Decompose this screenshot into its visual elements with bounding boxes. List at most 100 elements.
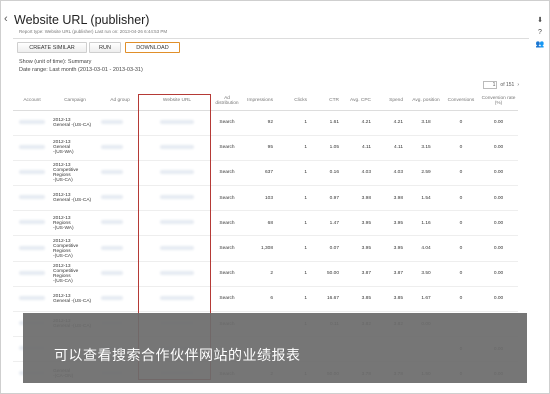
account-cell: [13, 286, 51, 313]
impressions-cell: 92: [241, 110, 279, 136]
ctr-cell: 0.16: [313, 160, 345, 187]
clicks-cell: 1: [279, 135, 313, 161]
account-cell: [13, 235, 51, 262]
col-campaign[interactable]: Campaign: [51, 92, 99, 111]
account-cell: [13, 210, 51, 237]
avg-position-cell: 3.15: [409, 135, 443, 161]
col-clicks[interactable]: Clicks: [279, 92, 313, 111]
avg-cpc-cell: 3.95: [345, 210, 377, 237]
conversions-cell: 0: [443, 261, 479, 287]
spend-cell: 3.85: [377, 286, 409, 313]
avg-cpc-cell: 3.87: [345, 261, 377, 287]
ad-distribution-cell: Search: [213, 185, 241, 212]
chevron-left-icon[interactable]: ‹: [4, 13, 8, 25]
conversions-cell: 0: [443, 185, 479, 212]
impressions-cell: 2: [241, 261, 279, 287]
col-impressions[interactable]: Impressions: [241, 92, 279, 111]
avg-position-cell: 3.50: [409, 261, 443, 287]
avg-cpc-cell: 4.11: [345, 135, 377, 161]
users-icon[interactable]: 👥: [536, 40, 545, 49]
ad-group-cell: [99, 185, 141, 212]
download-icon[interactable]: ⬇: [537, 16, 543, 25]
conversion-rate-cell: 0.00: [479, 261, 518, 287]
table-row[interactable]: 2012-13 Competitive Regions -(US-CA) Sear…: [13, 235, 518, 262]
ad-group-cell: [99, 261, 141, 287]
clicks-cell: 1: [279, 235, 313, 262]
spend-cell: 4.21: [377, 110, 409, 136]
ctr-cell: 0.97: [313, 185, 345, 212]
campaign-cell: 2012-13 General -(US-WA): [51, 135, 99, 161]
conversion-rate-cell: 0.00: [479, 135, 518, 161]
col-conversions[interactable]: Conversions: [443, 92, 479, 111]
spend-cell: 3.98: [377, 185, 409, 212]
table-row[interactable]: 2012-13 General -(US-CA) Search 92 1 1.61 4.2…: [13, 110, 518, 136]
table-row[interactable]: 2012-13 Regions -(US-WA) Search 68 1 1.47 3.9…: [13, 210, 518, 237]
table-row[interactable]: 2012-13 Competitive Regions -(US-CA) Sear…: [13, 261, 518, 287]
col-avg-position[interactable]: Avg. position: [409, 92, 443, 111]
campaign-cell: 2012-13 General -(US-CA): [51, 185, 99, 212]
account-cell: [13, 160, 51, 187]
ctr-cell: 1.61: [313, 110, 345, 136]
col-ctr[interactable]: CTR: [313, 92, 345, 111]
conversions-cell: 0: [443, 160, 479, 187]
ad-distribution-cell: Search: [213, 235, 241, 262]
page-input[interactable]: 1: [483, 81, 498, 89]
clicks-cell: 1: [279, 110, 313, 136]
table-row[interactable]: 2012-13 General -(US-CA) Search 6 1 16.67 3.8…: [13, 286, 518, 313]
col-account[interactable]: Account: [13, 92, 51, 111]
account-cell: [13, 261, 51, 287]
next-page-icon[interactable]: ›: [517, 82, 519, 88]
ctr-cell: 1.05: [313, 135, 345, 161]
spend-cell: 3.87: [377, 261, 409, 287]
conversions-cell: 0: [443, 235, 479, 262]
avg-position-cell: 1.54: [409, 185, 443, 212]
clicks-cell: 1: [279, 210, 313, 237]
clicks-cell: 1: [279, 286, 313, 313]
campaign-cell: 2012-13 Regions -(US-WA): [51, 210, 99, 237]
spend-cell: 4.11: [377, 135, 409, 161]
col-ad-distribution[interactable]: Ad distribution: [213, 92, 241, 111]
clicks-cell: 1: [279, 261, 313, 287]
ctr-cell: 1.47: [313, 210, 345, 237]
run-button[interactable]: RUN: [89, 42, 121, 53]
conversion-rate-cell: 0.00: [479, 110, 518, 136]
table-header-row: Account Campaign Ad group Website URL Ad…: [13, 92, 518, 111]
table-row[interactable]: 2012-13 General -(US-CA) Search 103 1 0.97 3.…: [13, 185, 518, 212]
impressions-cell: 637: [241, 160, 279, 187]
account-cell: [13, 135, 51, 161]
report-screen: ‹ Website URL (publisher) Report type: W…: [0, 0, 550, 394]
spend-cell: 4.03: [377, 160, 409, 187]
clicks-cell: 1: [279, 185, 313, 212]
campaign-cell: 2012-13 Competitive Regions -(US-CA): [51, 160, 99, 187]
impressions-cell: 1,308: [241, 235, 279, 262]
download-button[interactable]: DOWNLOAD: [125, 42, 180, 53]
conversion-rate-cell: 0.00: [479, 185, 518, 212]
col-avg-cpc[interactable]: Avg. CPC: [345, 92, 377, 111]
table-row[interactable]: 2012-13 General -(US-WA) Search 95 1 1.05 4.1…: [13, 135, 518, 161]
avg-position-cell: 2.59: [409, 160, 443, 187]
ad-group-cell: [99, 110, 141, 136]
campaign-cell: 2012-13 General -(US-CA): [51, 286, 99, 313]
ad-distribution-cell: Search: [213, 160, 241, 187]
create-similar-button[interactable]: CREATE SIMILAR: [17, 42, 87, 53]
ad-distribution-cell: Search: [213, 286, 241, 313]
table-row[interactable]: 2012-13 Competitive Regions -(US-CA) Sear…: [13, 160, 518, 187]
col-ad-group[interactable]: Ad group: [99, 92, 141, 111]
avg-cpc-cell: 3.98: [345, 185, 377, 212]
clicks-cell: 1: [279, 160, 313, 187]
col-conversion-rate[interactable]: Conversion rate (%): [479, 92, 518, 111]
impressions-cell: 103: [241, 185, 279, 212]
ctr-cell: 50.00: [313, 261, 345, 287]
account-cell: [13, 110, 51, 136]
header-divider: [13, 38, 529, 39]
col-spend[interactable]: Spend: [377, 92, 409, 111]
caption-text: 可以查看搜索合作伙伴网站的业绩报表: [54, 347, 301, 363]
avg-cpc-cell: 4.21: [345, 110, 377, 136]
conversion-rate-cell: 0.00: [479, 210, 518, 237]
conversion-rate-cell: 0.00: [479, 235, 518, 262]
page-title: Website URL (publisher): [14, 13, 150, 27]
date-range-label: Date range: Last month (2013-03-01 - 201…: [19, 67, 143, 73]
ad-group-cell: [99, 135, 141, 161]
help-icon[interactable]: ?: [538, 28, 542, 37]
campaign-cell: 2012-13 Competitive Regions -(US-CA): [51, 261, 99, 287]
